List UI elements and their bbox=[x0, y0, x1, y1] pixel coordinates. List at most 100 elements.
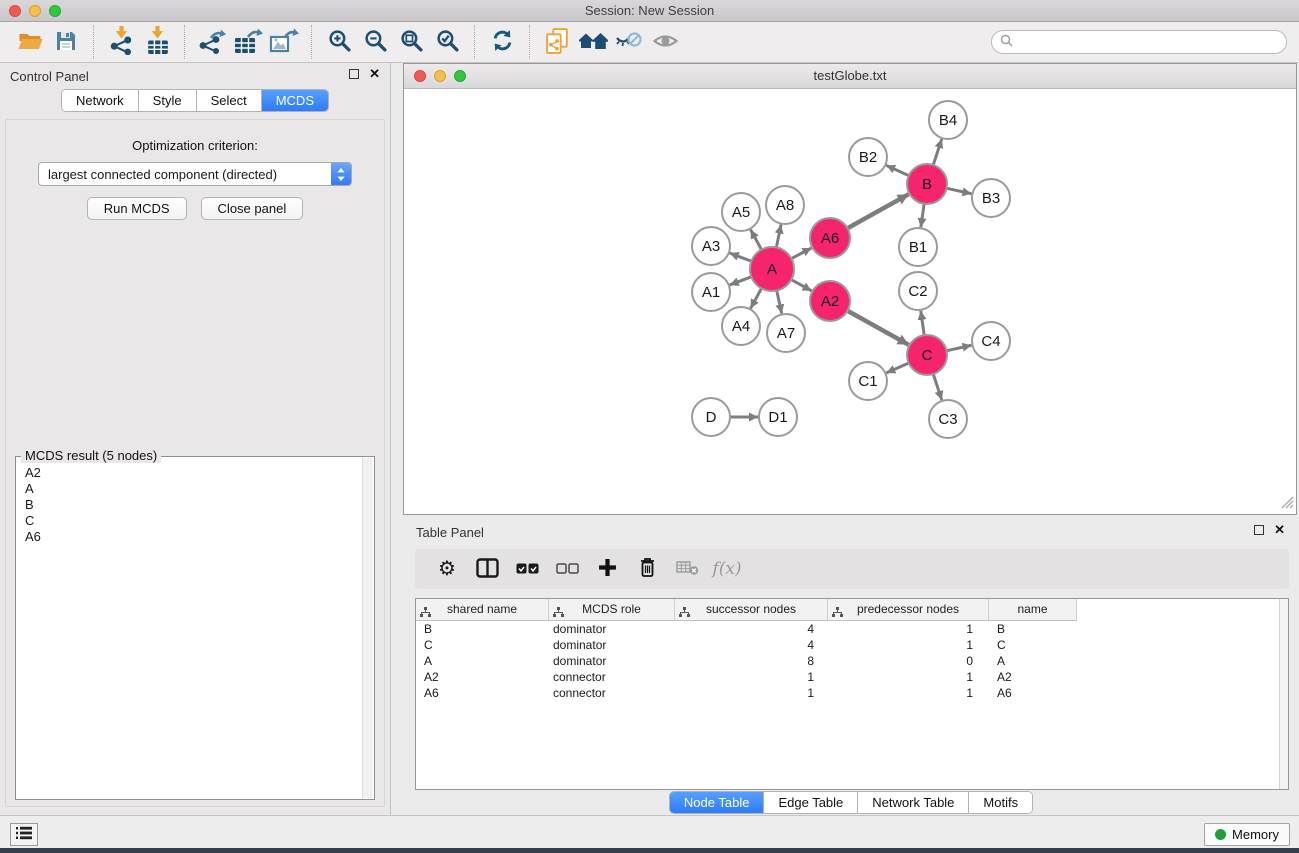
column-header-name[interactable]: name bbox=[989, 599, 1077, 621]
table-cell[interactable]: 4 bbox=[675, 637, 828, 653]
minimize-network-button[interactable] bbox=[434, 70, 446, 82]
table-cell[interactable]: A bbox=[989, 653, 1077, 669]
column-header-successor-nodes[interactable]: successor nodes bbox=[675, 599, 828, 621]
table-cell[interactable]: 8 bbox=[675, 653, 828, 669]
graph-edge-B-B2[interactable] bbox=[886, 165, 910, 176]
window-resize-grip[interactable] bbox=[1279, 494, 1294, 512]
graph-edge-A-A8[interactable] bbox=[776, 225, 781, 250]
close-network-button[interactable] bbox=[414, 70, 426, 82]
table-cell[interactable]: 1 bbox=[675, 669, 828, 685]
minimize-window-button[interactable] bbox=[29, 5, 41, 17]
table-cell[interactable]: A6 bbox=[416, 685, 549, 701]
result-item[interactable]: C bbox=[25, 513, 365, 529]
tab-network[interactable]: Network bbox=[62, 90, 139, 111]
graph-edge-A-A6[interactable] bbox=[790, 248, 812, 260]
table-row[interactable]: A2connector11A2 bbox=[416, 669, 1288, 685]
zoom-selected-button[interactable] bbox=[429, 24, 465, 60]
select-all-button[interactable] bbox=[507, 562, 547, 577]
optimization-criterion-select[interactable]: largest connected component (directed) bbox=[38, 162, 352, 186]
open-session-button[interactable] bbox=[12, 24, 48, 60]
table-row[interactable]: Cdominator41C bbox=[416, 637, 1288, 653]
table-cell[interactable]: B bbox=[989, 621, 1077, 637]
import-network-button[interactable] bbox=[103, 24, 139, 60]
add-column-button[interactable] bbox=[587, 558, 627, 580]
zoom-in-button[interactable] bbox=[321, 24, 357, 60]
table-cell[interactable]: A2 bbox=[989, 669, 1077, 685]
graph-edge-C-C3[interactable] bbox=[933, 372, 942, 400]
function-builder-button[interactable]: f(x) bbox=[707, 559, 747, 579]
save-session-button[interactable] bbox=[48, 24, 84, 60]
close-table-panel-icon[interactable]: ✕ bbox=[1274, 525, 1285, 535]
tab-style[interactable]: Style bbox=[139, 90, 197, 111]
split-view-button[interactable] bbox=[467, 558, 507, 581]
table-cell[interactable]: C bbox=[989, 637, 1077, 653]
graph-edge-A-A3[interactable] bbox=[730, 253, 754, 262]
zoom-network-button[interactable] bbox=[454, 70, 466, 82]
duplicate-network-button[interactable] bbox=[539, 24, 575, 60]
table-cell[interactable]: 1 bbox=[828, 637, 989, 653]
tab-motifs[interactable]: Motifs bbox=[969, 792, 1032, 813]
table-scrollbar[interactable] bbox=[1279, 599, 1288, 789]
column-header-shared-name[interactable]: shared name bbox=[416, 599, 549, 621]
table-cell[interactable]: connector bbox=[549, 685, 675, 701]
task-history-button[interactable] bbox=[10, 823, 38, 846]
graph-edge-A-A2[interactable] bbox=[790, 279, 812, 291]
result-item[interactable]: A bbox=[25, 481, 365, 497]
memory-button[interactable]: Memory bbox=[1204, 823, 1290, 846]
table-cell[interactable]: connector bbox=[549, 669, 675, 685]
table-cell[interactable]: 1 bbox=[828, 621, 989, 637]
refresh-view-button[interactable] bbox=[484, 24, 520, 60]
search-input[interactable] bbox=[1018, 35, 1278, 50]
graph-edge-A2-C[interactable] bbox=[846, 310, 909, 345]
close-panel-button[interactable]: Close panel bbox=[201, 197, 304, 220]
table-row[interactable]: Adominator80A bbox=[416, 653, 1288, 669]
network-window-titlebar[interactable]: testGlobe.txt bbox=[404, 64, 1296, 89]
tab-mcds[interactable]: MCDS bbox=[262, 90, 328, 111]
result-item[interactable]: A6 bbox=[25, 529, 365, 545]
graph-edge-A-A4[interactable] bbox=[751, 287, 763, 309]
import-table-button[interactable] bbox=[139, 24, 175, 60]
table-row[interactable]: A6connector11A6 bbox=[416, 685, 1288, 701]
tab-edge-table[interactable]: Edge Table bbox=[764, 792, 858, 813]
close-panel-icon[interactable]: ✕ bbox=[369, 69, 380, 79]
result-item[interactable]: B bbox=[25, 497, 365, 513]
graph-edge-C-C2[interactable] bbox=[921, 311, 925, 337]
graph-edge-A-A5[interactable] bbox=[751, 230, 763, 252]
home-view-button[interactable] bbox=[575, 24, 611, 60]
float-table-panel-icon[interactable] bbox=[1254, 525, 1264, 535]
search-field[interactable] bbox=[991, 30, 1287, 54]
export-network-button[interactable] bbox=[194, 24, 230, 60]
table-settings-button[interactable]: ⚙ bbox=[427, 559, 467, 579]
table-cell[interactable]: C bbox=[416, 637, 549, 653]
delete-column-button[interactable] bbox=[627, 557, 667, 581]
tab-select[interactable]: Select bbox=[197, 90, 262, 111]
result-scrollbar[interactable] bbox=[362, 458, 373, 798]
graph-edge-A-A1[interactable] bbox=[730, 276, 754, 285]
table-cell[interactable]: 1 bbox=[828, 669, 989, 685]
run-mcds-button[interactable]: Run MCDS bbox=[87, 197, 187, 220]
table-cell[interactable]: A6 bbox=[989, 685, 1077, 701]
delete-table-button[interactable] bbox=[667, 559, 707, 579]
table-cell[interactable]: A bbox=[416, 653, 549, 669]
graph-edge-B-B1[interactable] bbox=[921, 202, 925, 227]
graph-edge-A6-B[interactable] bbox=[846, 194, 909, 229]
export-image-button[interactable] bbox=[266, 24, 302, 60]
network-canvas[interactable]: B4B2BB3A8A5A6A3B1AA1C2A2A4A7C4CC1DD1C3 bbox=[404, 89, 1296, 514]
graph-edge-B-B4[interactable] bbox=[933, 139, 942, 167]
table-row[interactable]: Bdominator41B bbox=[416, 621, 1288, 637]
column-header-predecessor-nodes[interactable]: predecessor nodes bbox=[828, 599, 989, 621]
graph-edge-C-C4[interactable] bbox=[945, 345, 972, 351]
result-item[interactable]: A2 bbox=[25, 465, 365, 481]
graph-edge-A-A7[interactable] bbox=[776, 289, 781, 314]
deselect-all-button[interactable] bbox=[547, 562, 587, 577]
graph-edge-B-B3[interactable] bbox=[945, 188, 972, 194]
tab-network-table[interactable]: Network Table bbox=[858, 792, 969, 813]
close-window-button[interactable] bbox=[9, 5, 21, 17]
table-cell[interactable]: 4 bbox=[675, 621, 828, 637]
table-cell[interactable]: 1 bbox=[828, 685, 989, 701]
zoom-out-button[interactable] bbox=[357, 24, 393, 60]
zoom-fit-button[interactable] bbox=[393, 24, 429, 60]
table-cell[interactable]: A2 bbox=[416, 669, 549, 685]
tab-node-table[interactable]: Node Table bbox=[670, 792, 765, 813]
hide-selected-button[interactable] bbox=[611, 24, 647, 60]
